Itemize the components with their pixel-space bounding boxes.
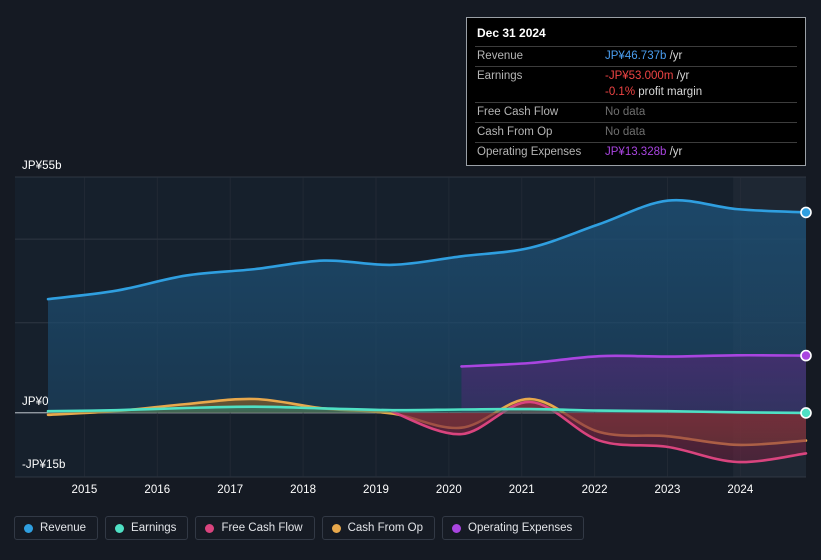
tooltip-row-value: JP¥46.737b /yr	[605, 50, 682, 62]
tooltip-row-value: -JP¥53.000m /yr	[605, 70, 689, 82]
legend-item-label: Revenue	[40, 522, 87, 534]
tooltip-row-value: -0.1% profit margin	[605, 86, 702, 98]
endpoint-dot-earnings[interactable]	[800, 407, 812, 419]
x-axis-tick-0: 2015	[71, 484, 98, 496]
x-axis-tick-6: 2021	[508, 484, 535, 496]
tooltip-row: -0.1% profit margin	[475, 86, 797, 102]
tooltip-value-amount: No data	[605, 106, 646, 118]
legend-item-label: Operating Expenses	[468, 522, 573, 534]
legend-dot-icon	[452, 523, 462, 533]
legend-item-label: Free Cash Flow	[221, 522, 303, 534]
legend-item-cash-from-op[interactable]: Cash From Op	[321, 516, 436, 540]
financial-chart-widget: JP¥55b JP¥0 -JP¥15b 2015 2016 2017 2018 2019 20…	[0, 0, 821, 560]
legend-item-operating-expenses[interactable]: Operating Expenses	[442, 516, 585, 540]
tooltip-value-unit: /yr	[666, 146, 683, 158]
x-axis-tick-2: 2017	[217, 484, 244, 496]
legend-item-revenue[interactable]: Revenue	[14, 516, 99, 540]
tooltip-row-value: JP¥13.328b /yr	[605, 146, 682, 158]
tooltip-date: Dec 31 2024	[477, 26, 546, 40]
tooltip-row: Revenue JP¥46.737b /yr	[475, 46, 797, 66]
x-axis-tick-8: 2023	[654, 484, 681, 496]
y-axis-tick-0: JP¥55b	[22, 160, 62, 172]
endpoint-dot-operating-expenses[interactable]	[800, 349, 812, 362]
chart-legend[interactable]: Revenue Earnings Free Cash Flow Cash From O…	[14, 516, 585, 540]
tooltip-row: Operating Expenses JP¥13.328b /yr	[475, 142, 797, 162]
x-axis-tick-7: 2022	[581, 484, 608, 496]
legend-dot-icon	[115, 523, 125, 533]
tooltip-value-amount: JP¥46.737b	[605, 50, 667, 62]
tooltip-row-value: No data	[605, 106, 645, 118]
tooltip-row-value: No data	[605, 126, 645, 138]
legend-item-free-cash-flow[interactable]: Free Cash Flow	[195, 516, 315, 540]
tooltip-value-amount: No data	[605, 126, 646, 138]
tooltip-row-key: Operating Expenses	[477, 146, 582, 158]
x-axis-tick-4: 2019	[362, 484, 389, 496]
tooltip-row: Earnings -JP¥53.000m /yr	[475, 66, 797, 86]
x-axis-tick-9: 2024	[727, 484, 754, 496]
tooltip-row: Free Cash Flow No data	[475, 102, 797, 122]
legend-dot-icon	[331, 523, 341, 533]
legend-item-label: Cash From Op	[347, 522, 424, 534]
tooltip-row-key: Revenue	[477, 50, 524, 62]
x-axis-tick-3: 2018	[290, 484, 317, 496]
legend-item-label: Earnings	[131, 522, 177, 534]
tooltip-value-unit: /yr	[666, 50, 683, 62]
legend-item-earnings[interactable]: Earnings	[105, 516, 189, 540]
tooltip-value-unit: profit margin	[635, 86, 703, 98]
legend-dot-icon	[24, 523, 33, 533]
tooltip-row-key: Cash From Op	[477, 126, 553, 138]
tooltip-value-amount: JP¥13.328b	[605, 146, 667, 158]
tooltip-row-key: Free Cash Flow	[477, 106, 559, 118]
x-axis-tick-1: 2016	[144, 484, 171, 496]
y-axis-tick-1: JP¥0	[22, 396, 49, 408]
tooltip-value-unit: /yr	[673, 70, 690, 82]
legend-dot-icon	[205, 523, 215, 533]
tooltip-value-amount: -JP¥53.000m	[605, 70, 674, 82]
x-axis-tick-5: 2020	[435, 484, 462, 496]
y-axis-tick-2: -JP¥15b	[22, 459, 66, 471]
endpoint-dot-revenue[interactable]	[800, 206, 812, 219]
tooltip-value-amount: -0.1%	[605, 86, 636, 98]
tooltip-row-key: Earnings	[477, 70, 523, 82]
tooltip-rows: Revenue JP¥46.737b /yr Earnings -JP¥53.000m…	[475, 46, 797, 162]
chart-tooltip: Dec 31 2024 Revenue JP¥46.737b /yr Earning…	[466, 17, 806, 166]
tooltip-row: Cash From Op No data	[475, 122, 797, 142]
